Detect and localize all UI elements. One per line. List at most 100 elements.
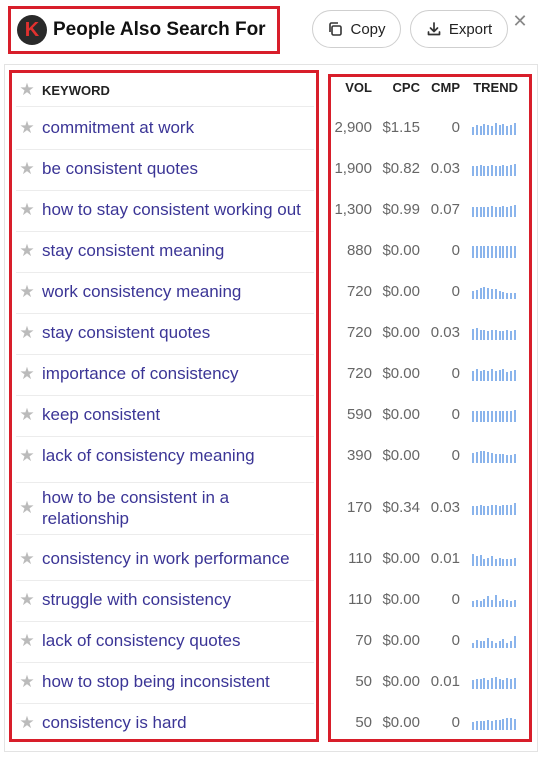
keyword-link[interactable]: work consistency meaning [42, 281, 314, 302]
trend-bar [487, 596, 490, 607]
trend-bar [513, 123, 516, 135]
trend-bar [472, 166, 474, 176]
trend-bar [472, 329, 474, 340]
trend-bar [472, 207, 474, 217]
trend-bar [494, 166, 497, 176]
star-icon[interactable]: ★ [19, 632, 35, 649]
vol-column-header[interactable]: VOL [330, 80, 372, 95]
star-icon[interactable]: ★ [19, 447, 35, 464]
trend-bar [498, 601, 501, 607]
trend-bar [494, 411, 497, 422]
cmp-column-header[interactable]: CMP [424, 80, 460, 95]
trend-bar [513, 558, 516, 566]
cmp-value: 0 [451, 406, 460, 423]
vol-value: 170 [346, 499, 372, 516]
keyword-link[interactable]: stay consistent meaning [42, 240, 314, 261]
trend-bar [502, 505, 505, 515]
copy-button[interactable]: Copy [312, 10, 401, 48]
keyword-link[interactable]: importance of consistency [42, 363, 314, 384]
row-divider [16, 436, 314, 437]
keyword-link[interactable]: commitment at work [42, 117, 314, 138]
trend-bar [506, 293, 509, 299]
vol-value: 110 [348, 591, 372, 608]
keyword-link[interactable]: lack of consistency meaning [42, 445, 314, 466]
trend-bar [506, 455, 509, 463]
star-icon[interactable]: ★ [19, 406, 35, 423]
cpc-value: $0.00 [382, 714, 420, 731]
trend-bar [510, 411, 512, 422]
trend-bar [479, 288, 482, 299]
star-icon[interactable]: ★ [19, 550, 35, 567]
trend-bar [475, 721, 478, 730]
trend-bar [491, 641, 493, 648]
trend-bar [472, 601, 474, 607]
trend-bar [502, 411, 505, 422]
trend-bar [510, 601, 512, 607]
cpc-value: $0.00 [382, 632, 420, 649]
keyword-link[interactable]: struggle with consistency [42, 589, 314, 610]
trend-bar [502, 680, 505, 689]
star-icon[interactable]: ★ [19, 283, 35, 300]
trend-bar [483, 287, 486, 299]
star-icon[interactable]: ★ [19, 365, 35, 382]
trend-bar [510, 559, 512, 566]
keyword-link[interactable]: consistency is hard [42, 712, 314, 733]
trend-bar [475, 246, 478, 258]
cmp-value: 0 [451, 714, 460, 731]
trend-bar [498, 166, 501, 176]
keyword-link[interactable]: consistency in work performance [42, 548, 314, 569]
trend-bar [487, 720, 490, 730]
trend-bar [479, 330, 482, 340]
row-divider [16, 482, 314, 483]
trend-bar [475, 556, 478, 566]
trend-bar [506, 372, 509, 381]
trend-bar [513, 719, 516, 730]
trend-bar [494, 246, 497, 258]
vol-value: 50 [355, 673, 372, 690]
star-icon[interactable]: ★ [19, 324, 35, 341]
trend-bar [483, 124, 486, 135]
row-divider [16, 313, 314, 314]
row-divider [16, 662, 314, 663]
star-icon[interactable]: ★ [19, 591, 35, 608]
star-icon[interactable]: ★ [19, 673, 35, 690]
star-icon[interactable]: ★ [19, 160, 35, 177]
star-icon[interactable]: ★ [19, 499, 35, 516]
keyword-link[interactable]: lack of consistency quotes [42, 630, 314, 651]
trend-bar [494, 720, 497, 730]
trend-bar [475, 290, 478, 299]
header: K People Also Search For Copy Export ✕ [0, 0, 544, 64]
trend-bar [487, 207, 490, 217]
trend-bar [491, 246, 493, 258]
export-label: Export [448, 20, 493, 38]
keyword-link[interactable]: how to be consistent in a relationship [42, 487, 314, 529]
trend-bar [487, 288, 490, 299]
trend-bar [510, 455, 512, 463]
trend-sparkline [472, 552, 518, 566]
vol-value: 1,300 [334, 201, 372, 218]
cpc-column-header[interactable]: CPC [376, 80, 420, 95]
trend-bar [483, 599, 486, 607]
keyword-link[interactable]: keep consistent [42, 404, 314, 425]
keyword-link[interactable]: stay consistent quotes [42, 322, 314, 343]
trend-bar [475, 207, 478, 217]
keyword-link[interactable]: how to stop being inconsistent [42, 671, 314, 692]
keyword-link[interactable]: how to stay consistent working out [42, 199, 314, 220]
star-icon[interactable]: ★ [19, 242, 35, 259]
trend-bar [498, 246, 501, 258]
star-icon[interactable]: ★ [19, 201, 35, 218]
export-button[interactable]: Export [410, 10, 508, 48]
star-all-icon[interactable]: ★ [19, 81, 35, 98]
trend-bar [506, 718, 509, 730]
download-icon [427, 22, 441, 36]
star-icon[interactable]: ★ [19, 714, 35, 731]
trend-bar [487, 558, 490, 566]
cpc-value: $0.00 [382, 242, 420, 259]
keyword-column-header[interactable]: KEYWORD [42, 80, 314, 101]
cpc-value: $0.00 [382, 324, 420, 341]
close-icon[interactable]: ✕ [511, 12, 529, 30]
trend-bar [472, 246, 474, 258]
star-icon[interactable]: ★ [19, 119, 35, 136]
keyword-link[interactable]: be consistent quotes [42, 158, 314, 179]
trend-bar [502, 454, 505, 463]
